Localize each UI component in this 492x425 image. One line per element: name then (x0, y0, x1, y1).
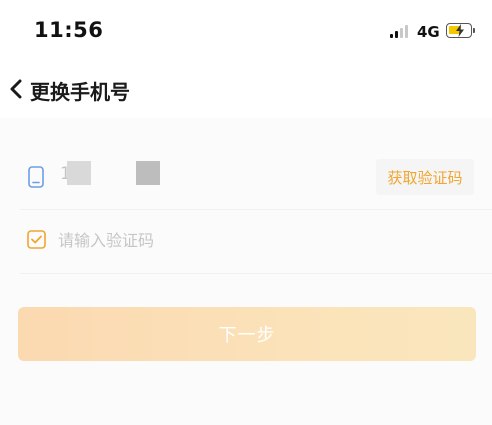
page-title: 更换手机号 (30, 80, 130, 104)
charging-bolt-icon (456, 24, 464, 37)
phone-row: 1 获取验证码 (20, 146, 492, 210)
chevron-left-icon[interactable] (8, 79, 24, 99)
get-verification-code-button[interactable]: 获取验证码 (376, 159, 474, 195)
form-area: 1 获取验证码 下一步 (0, 118, 492, 425)
phone-number-mask (136, 161, 160, 185)
next-step-button[interactable]: 下一步 (18, 307, 476, 361)
phone-number-mask (67, 161, 91, 185)
signal-strength-icon (390, 24, 410, 38)
checkbox-icon (27, 230, 46, 249)
network-type: 4G (417, 23, 440, 41)
change-phone-screen: 11:56 4G 更换手机号 1 获取验证码 请输入验证码 下一步 (0, 0, 492, 425)
status-bar: 11:56 4G (0, 0, 492, 62)
battery-tip (473, 28, 475, 33)
verification-code-input[interactable] (58, 224, 358, 256)
verification-code-row (20, 210, 492, 274)
phone-icon (28, 166, 44, 188)
navigation-bar: 更换手机号 (0, 62, 492, 118)
status-time: 11:56 (34, 18, 104, 42)
